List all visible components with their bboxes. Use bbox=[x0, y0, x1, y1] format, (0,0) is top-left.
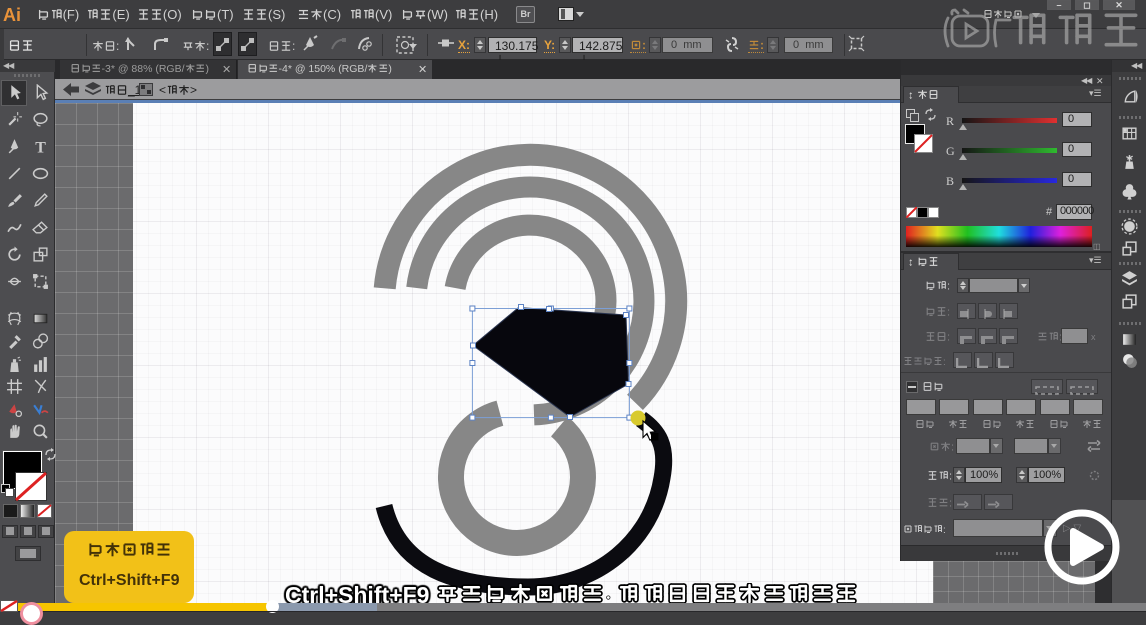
svg-text:T: T bbox=[35, 139, 46, 155]
